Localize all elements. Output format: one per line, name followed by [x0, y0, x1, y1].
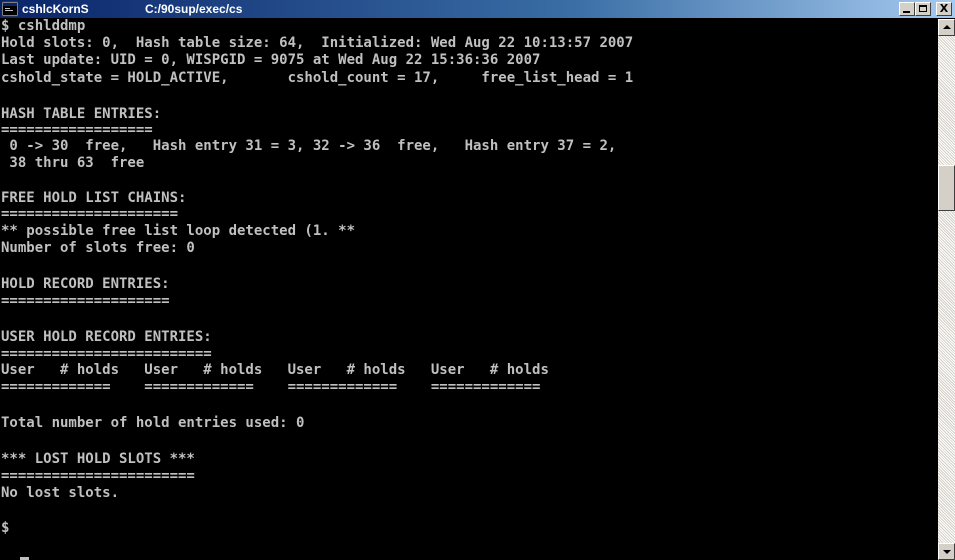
- console-line: HASH TABLE ENTRIES:: [1, 105, 162, 122]
- console-line: HOLD RECORD ENTRIES:: [1, 276, 170, 292]
- scroll-down-button[interactable]: [938, 543, 955, 560]
- console-window: cshlcKornS C:/90sup/exec/cs X $ cshlddmp…: [0, 0, 955, 560]
- console-line: =========================: [1, 345, 212, 362]
- vertical-scrollbar[interactable]: [938, 19, 955, 560]
- window-title-path: C:/90sup/exec/cs: [145, 2, 243, 16]
- arrow-up-icon: [943, 25, 951, 29]
- console-line: USER HOLD RECORD ENTRIES:: [1, 328, 212, 345]
- console-line: ==================: [1, 122, 153, 139]
- console-line: 38 thru 63 free: [1, 154, 145, 171]
- console-icon: [2, 1, 18, 17]
- console-line: 0 -> 30 free, Hash entry 31 = 3, 32 -> 3…: [1, 138, 617, 154]
- console-line: *** LOST HOLD SLOTS ***: [1, 451, 195, 468]
- console-line: User # holds User # holds User # holds U…: [1, 362, 549, 379]
- scroll-up-button[interactable]: [938, 19, 955, 36]
- console-line: No lost slots.: [1, 484, 120, 501]
- minimize-button[interactable]: [899, 2, 915, 16]
- maximize-icon: [919, 5, 927, 12]
- console-line: ====================: [1, 292, 170, 309]
- console-line: FREE HOLD LIST CHAINS:: [1, 189, 187, 206]
- console-line: ============= ============= ============…: [1, 379, 541, 396]
- maximize-button[interactable]: [915, 2, 931, 16]
- close-icon: X: [939, 2, 949, 15]
- console-line: cshold_state = HOLD_ACTIVE, cshold_count…: [1, 69, 634, 86]
- arrow-down-icon: [943, 550, 951, 554]
- console-line: Last update: UID = 0, WISPGID = 9075 at …: [1, 51, 541, 68]
- console-output[interactable]: $ cshlddmp Hold slots: 0, Hash table size…: [0, 19, 938, 560]
- console-line: $: [1, 519, 18, 536]
- console-line: Total number of hold entries used: 0: [1, 415, 305, 432]
- console-line: $ cshlddmp: [1, 19, 86, 34]
- close-button[interactable]: X: [936, 2, 952, 16]
- minimize-icon: [903, 11, 910, 13]
- console-line: =======================: [1, 468, 195, 484]
- window-title: cshlcKornS: [22, 2, 89, 16]
- scroll-thumb[interactable]: [938, 165, 955, 211]
- console-line: Number of slots free: 0: [1, 240, 195, 256]
- console-line: =====================: [1, 206, 179, 223]
- title-bar[interactable]: cshlcKornS C:/90sup/exec/cs X: [0, 0, 955, 18]
- console-line: Hold slots: 0, Hash table size: 64, Init…: [1, 34, 634, 51]
- console-line: ** possible free list loop detected (1. …: [1, 223, 356, 240]
